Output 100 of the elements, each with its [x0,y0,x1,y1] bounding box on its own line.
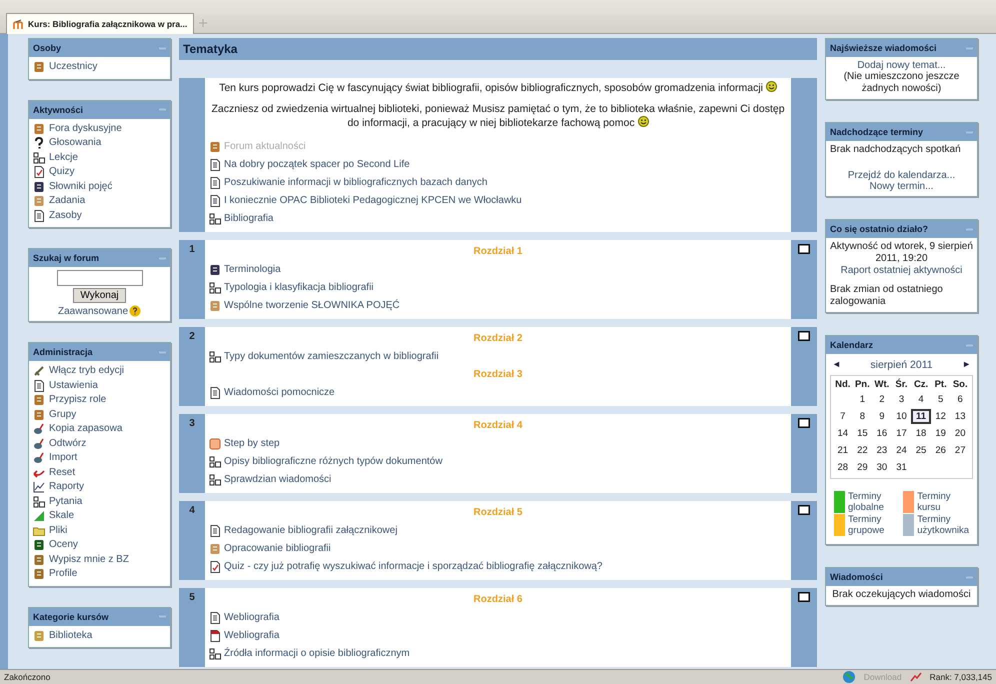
activity-link[interactable]: Terminologia [224,261,281,279]
sidebar-link[interactable]: Głosowania [49,136,102,150]
sidebar-link[interactable]: Ustawienia [49,378,98,393]
calendar-day[interactable]: 3 [892,392,912,407]
add-topic-link[interactable]: Dodaj nowy temat... [857,60,946,71]
sidebar-link[interactable]: Uczestnicy [49,60,98,74]
activity-link[interactable]: Redagowanie bibliografii załącznikowej [224,522,398,540]
calendar-link[interactable]: Nowy termin... [830,181,973,192]
sidebar-link[interactable]: Pytania [49,494,82,509]
calendar-day[interactable]: 28 [833,460,853,475]
next-month-link[interactable]: ► [962,359,971,371]
collapse-icon[interactable] [966,576,973,578]
sidebar-link[interactable]: Przypisz role [49,393,106,408]
calendar-day[interactable]: 5 [930,392,950,407]
search-field[interactable] [56,270,142,286]
activity-link[interactable]: Wiadomości pomocnicze [224,384,335,402]
calendar-day[interactable]: 20 [950,426,970,441]
calendar-day[interactable]: 31 [892,460,912,475]
calendar-day[interactable]: 10 [892,409,912,424]
chart-icon[interactable] [910,672,922,682]
activity-link[interactable]: Wspólne tworzenie SŁOWNIKA POJĘĆ [224,297,400,315]
activity-report-link[interactable]: Raport ostatniej aktywności [840,265,962,276]
legend-link[interactable]: Terminy kursu [917,491,969,513]
sidebar-link[interactable]: Skale [49,509,74,524]
calendar-day[interactable]: 24 [892,443,912,458]
sidebar-link[interactable]: Oceny [49,538,78,552]
activity-link[interactable]: I koniecznie OPAC Biblioteki Pedagogicznej KPCEN we Włocławku [224,192,522,210]
activity-link[interactable]: Typologia i klasyfikacja bibliografii [224,279,374,297]
legend-link[interactable]: Terminy grupowe [848,514,900,536]
calendar-day[interactable]: 9 [872,409,892,424]
previous-month-link[interactable]: ◄ [832,359,841,371]
calendar-link[interactable]: Przejdź do kalendarza... [830,170,973,181]
activity-link[interactable]: Typy dokumentów zamieszczanych w bibliografii [224,348,439,366]
calendar-day[interactable]: 26 [930,443,950,458]
calendar-day[interactable]: 14 [833,426,853,441]
calendar-day[interactable]: 29 [852,460,872,475]
calendar-day[interactable]: 13 [950,409,970,424]
activity-link[interactable]: Opisy bibliograficzne różnych typów dokumentów [224,453,442,471]
calendar-day[interactable]: 25 [911,443,931,458]
activity-link[interactable]: Bibliografia [224,210,274,228]
globe-icon[interactable] [842,670,856,684]
collapse-icon[interactable] [159,46,166,50]
collapse-icon[interactable] [966,344,973,346]
highlight-toggle-icon[interactable] [798,505,810,515]
sidebar-link[interactable]: Pliki [49,524,68,538]
highlight-toggle-icon[interactable] [798,592,810,602]
calendar-day[interactable]: 7 [833,409,853,424]
calendar-day[interactable]: 23 [872,443,892,458]
sidebar-link[interactable]: Reset [49,466,76,480]
sidebar-link[interactable]: Kopia zapasowa [49,422,122,436]
activity-link[interactable]: Webliografia [224,609,280,627]
collapse-icon[interactable] [966,46,973,50]
sidebar-link[interactable]: Import [49,451,78,466]
calendar-day[interactable]: 12 [930,409,950,424]
collapse-icon[interactable] [159,350,166,354]
sidebar-link[interactable]: Quizy [49,165,75,180]
activity-link[interactable]: Źródła informacji o opisie bibliograficznym [224,645,410,663]
sidebar-link[interactable]: Raporty [49,480,84,494]
sidebar-link[interactable]: Biblioteka [49,628,92,643]
calendar-day[interactable]: 19 [930,426,950,441]
calendar-day[interactable]: 18 [911,426,931,441]
activity-link[interactable]: Opracowanie bibliografii [224,540,331,558]
activity-link[interactable]: Quiz - czy już potrafię wyszukiwać informacje i sporządzać bibliografię załącznikową? [224,558,602,576]
highlight-toggle-icon[interactable] [798,331,810,341]
calendar-day[interactable]: 30 [872,460,892,475]
calendar-day[interactable]: 2 [872,392,892,407]
activity-link[interactable]: Na dobry początek spacer po Second Life [224,156,410,174]
calendar-day[interactable]: 27 [950,443,970,458]
calendar-day[interactable]: 21 [833,443,853,458]
calendar-day[interactable]: 6 [950,392,970,407]
sidebar-link[interactable]: Słowniki pojęć [49,180,112,194]
sidebar-link[interactable]: Fora dyskusyjne [49,122,122,136]
legend-link[interactable]: Terminy globalne [848,491,900,513]
month-link[interactable]: sierpień 2011 [870,359,933,371]
collapse-icon[interactable] [159,615,166,618]
collapse-icon[interactable] [159,256,166,260]
collapse-icon[interactable] [159,108,166,111]
calendar-day[interactable]: 1 [852,392,872,407]
activity-link[interactable]: Step by step [224,435,280,453]
sidebar-link[interactable]: Zadania [49,194,86,208]
sidebar-link[interactable]: Odtwórz [49,436,86,451]
calendar-day[interactable]: 4 [911,392,931,407]
sidebar-link[interactable]: Grupy [49,408,76,422]
activity-link[interactable]: Sprawdzian wiadomości [224,471,332,489]
sidebar-link[interactable]: Lekcje [49,150,78,165]
legend-link[interactable]: Terminy użytkownika [917,514,969,536]
sidebar-link[interactable]: Zasoby [49,208,82,223]
sidebar-link[interactable]: Włącz tryb edycji [49,364,124,378]
advanced-search-link[interactable]: Zaawansowane [58,306,128,316]
sidebar-link[interactable]: Wypisz mnie z BZ [49,552,129,567]
calendar-day[interactable]: 15 [852,426,872,441]
sidebar-link[interactable]: Profile [49,567,78,582]
activity-link[interactable]: Webliografia [224,627,280,645]
help-icon[interactable] [129,305,142,317]
calendar-day[interactable]: 11 [911,409,931,424]
activity-link[interactable]: Poszukiwanie informacji w bibliograficznych bazach danych [224,174,488,192]
calendar-day[interactable]: 16 [872,426,892,441]
collapse-icon[interactable] [966,228,973,230]
calendar-day[interactable]: 8 [852,409,872,424]
collapse-icon[interactable] [966,130,973,134]
